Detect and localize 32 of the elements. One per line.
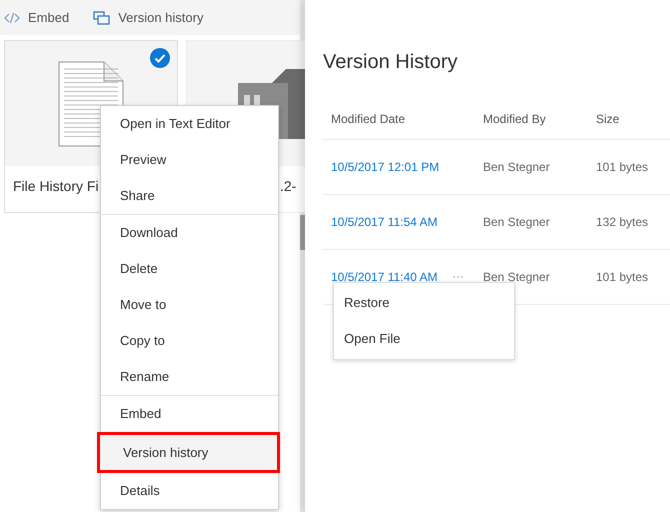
modified-by-cell-text: Ben Stegner bbox=[483, 159, 551, 176]
menu-item[interactable]: Version history bbox=[97, 432, 280, 473]
column-header[interactable]: Modified Date bbox=[323, 110, 483, 128]
menu-item[interactable]: Download bbox=[101, 215, 278, 251]
modified-by-cell-text: Ben Stegner bbox=[483, 269, 551, 286]
column-header[interactable]: Size bbox=[596, 110, 620, 128]
version-date-link[interactable]: 10/5/2017 12:01 PM bbox=[331, 158, 440, 176]
menu-item[interactable]: Open File bbox=[334, 321, 514, 357]
stacked-windows-icon bbox=[93, 10, 110, 24]
toolbar-button[interactable]: Version history bbox=[93, 8, 204, 28]
file-name: .2- bbox=[280, 178, 296, 194]
menu-item[interactable]: Copy to bbox=[101, 323, 278, 359]
panel-title: Version History bbox=[323, 50, 458, 75]
more-button[interactable]: ··· bbox=[452, 268, 464, 286]
scrollbar[interactable] bbox=[300, 0, 305, 512]
version-date-link[interactable]: 10/5/2017 11:40 AM bbox=[331, 268, 438, 286]
size-cell-text: 101 bytes bbox=[596, 159, 648, 176]
menu-item[interactable]: Embed bbox=[101, 396, 278, 432]
modified-by-cell-text: Ben Stegner bbox=[483, 214, 551, 231]
menu-item[interactable]: Delete bbox=[101, 251, 278, 287]
version-date-link[interactable]: 10/5/2017 11:54 AM bbox=[331, 213, 438, 231]
menu-item[interactable]: Move to bbox=[101, 287, 278, 323]
size-cell-text: 132 bytes bbox=[596, 214, 648, 231]
menu-item[interactable]: Restore bbox=[334, 285, 514, 321]
menu-item[interactable]: Details bbox=[101, 473, 278, 509]
checkmark-icon[interactable] bbox=[150, 48, 170, 68]
toolbar-button[interactable]: Embed bbox=[4, 8, 70, 28]
menu-item[interactable]: Rename bbox=[101, 359, 278, 395]
size-cell-text: 101 bytes bbox=[596, 269, 648, 286]
code-icon bbox=[4, 12, 20, 24]
column-header[interactable]: Modified By bbox=[483, 110, 596, 128]
file-name: File History Fi bbox=[13, 178, 99, 194]
